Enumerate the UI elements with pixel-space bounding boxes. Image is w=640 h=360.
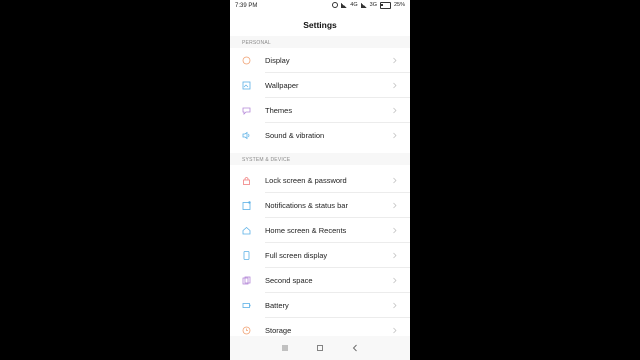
chevron-right-icon — [393, 132, 397, 139]
settings-item-battery[interactable]: Battery — [230, 293, 410, 318]
chevron-right-icon — [393, 82, 397, 89]
status-time: 7:39 PM — [235, 3, 258, 9]
settings-item-notifications-status-bar[interactable]: Notifications & status bar — [230, 193, 410, 218]
section-header-label: PERSONAL — [242, 40, 271, 46]
home-icon — [242, 226, 251, 235]
battery-percent: 25% — [393, 2, 405, 9]
section-header: SYSTEM & DEVICE — [230, 153, 410, 165]
second-space-icon — [242, 276, 251, 285]
settings-item-label: Lock screen & password — [265, 176, 347, 185]
sound-icon — [242, 131, 250, 140]
fullscreen-icon — [243, 251, 250, 260]
status-icons: 4G 3G 25% — [332, 2, 405, 9]
settings-item-display[interactable]: Display — [230, 48, 410, 73]
settings-item-label: Second space — [265, 276, 313, 285]
settings-item-label: Wallpaper — [265, 81, 299, 90]
chevron-right-icon — [393, 177, 397, 184]
settings-item-label: Battery — [265, 301, 289, 310]
lock-icon — [243, 177, 250, 185]
signal-icon-2 — [360, 2, 367, 8]
battery-icon — [242, 303, 251, 308]
network-type-2: 3G — [369, 2, 377, 9]
chevron-right-icon — [393, 252, 397, 259]
settings-item-lock-screen-password[interactable]: Lock screen & password — [230, 168, 410, 193]
notifications-icon — [242, 201, 251, 210]
wallpaper-icon — [242, 81, 251, 90]
chevron-right-icon — [393, 227, 397, 234]
settings-item-label: Themes — [265, 106, 293, 115]
battery-status-icon — [379, 2, 391, 9]
navigation-bar — [230, 336, 410, 360]
settings-item-label: Home screen & Recents — [265, 226, 347, 235]
chevron-right-icon — [393, 327, 397, 334]
settings-item-wallpaper[interactable]: Wallpaper — [230, 73, 410, 98]
settings-item-full-screen-display[interactable]: Full screen display — [230, 243, 410, 268]
menu-icon[interactable] — [280, 343, 290, 353]
page-title: Settings — [303, 20, 337, 30]
themes-icon — [242, 107, 251, 115]
phone-screen: 7:39 PM 4G 3G 25% Settings PERSONAL Displ… — [230, 0, 410, 360]
settings-item-label: Display — [265, 56, 290, 65]
section-header-label: SYSTEM & DEVICE — [242, 157, 291, 163]
chevron-right-icon — [393, 202, 397, 209]
chevron-right-icon — [393, 277, 397, 284]
settings-item-sound-vibration[interactable]: Sound & vibration — [230, 123, 410, 148]
section-header: PERSONAL — [230, 36, 410, 48]
display-icon — [242, 56, 251, 65]
signal-icon — [341, 2, 348, 8]
back-icon[interactable] — [350, 343, 360, 353]
settings-item-label: Sound & vibration — [265, 131, 325, 140]
settings-item-themes[interactable]: Themes — [230, 98, 410, 123]
chevron-right-icon — [393, 302, 397, 309]
alarm-icon — [332, 2, 339, 9]
network-type-1: 4G — [350, 2, 358, 9]
settings-item-second-space[interactable]: Second space — [230, 268, 410, 293]
home-square-icon[interactable] — [315, 343, 325, 353]
settings-item-label: Notifications & status bar — [265, 201, 348, 210]
settings-item-label: Full screen display — [265, 251, 328, 260]
chevron-right-icon — [393, 57, 397, 64]
settings-item-home-screen-recents[interactable]: Home screen & Recents — [230, 218, 410, 243]
chevron-right-icon — [393, 107, 397, 114]
storage-icon — [242, 326, 251, 335]
status-bar: 7:39 PM 4G 3G 25% — [230, 0, 410, 12]
